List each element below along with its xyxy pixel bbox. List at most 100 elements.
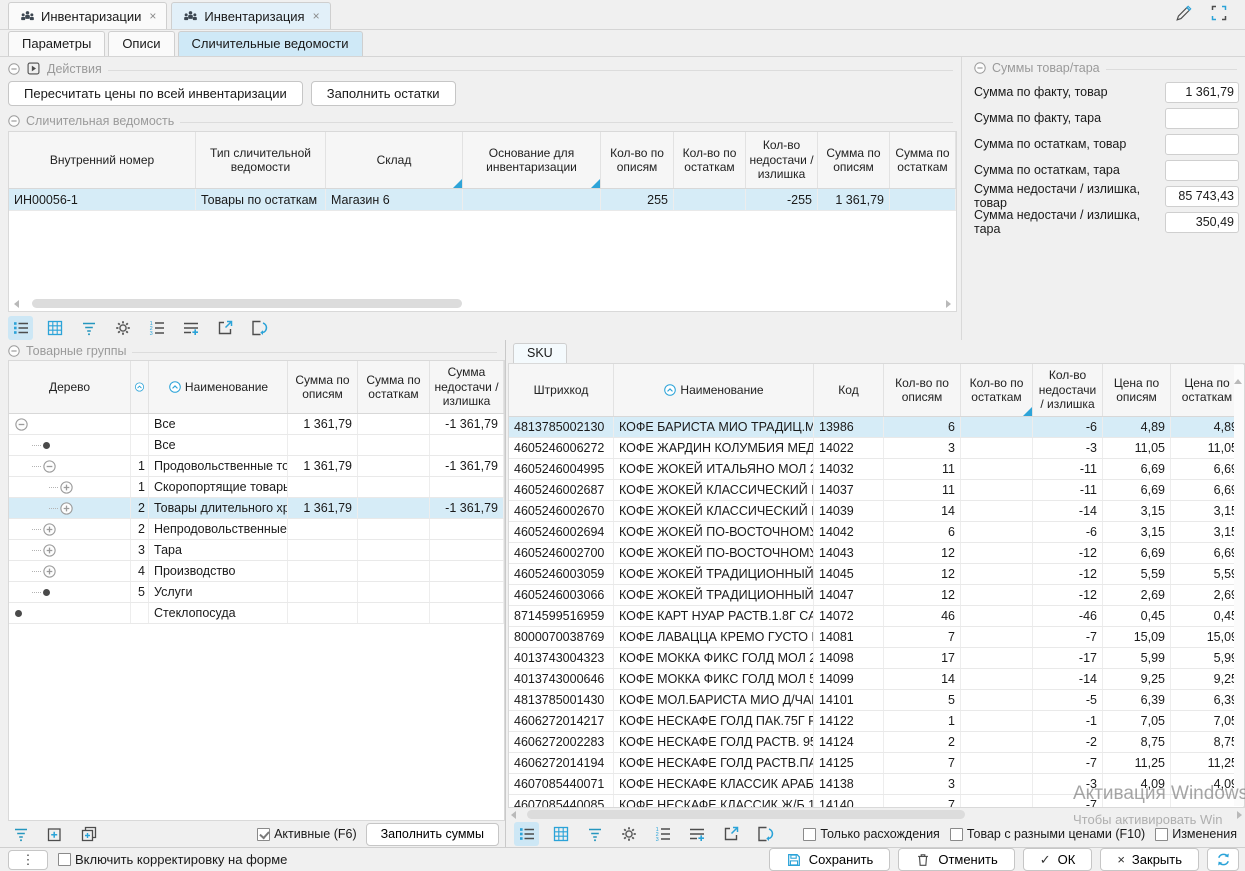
active-f6-checkbox[interactable]: Активные (F6) [257, 827, 357, 841]
window-tab-inventarizacii[interactable]: Инвентаризации × [8, 2, 167, 29]
view-list-icon[interactable] [8, 316, 33, 340]
more-menu-button[interactable]: ⋮ [8, 850, 48, 870]
numbered-list-icon[interactable] [650, 822, 675, 846]
column-header[interactable]: Цена по описям [1103, 364, 1171, 416]
field-input[interactable]: 350,49 [1165, 212, 1239, 233]
field-input[interactable] [1165, 134, 1239, 155]
expand-all-icon[interactable] [76, 822, 101, 846]
filter-icon[interactable] [582, 822, 607, 846]
refresh-button[interactable] [1207, 848, 1239, 871]
scroll-up-icon[interactable] [1234, 365, 1242, 384]
cancel-button[interactable]: Отменить [898, 848, 1014, 871]
view-grid-icon[interactable] [548, 822, 573, 846]
column-header[interactable]: Сумма по остаткам [890, 132, 956, 188]
diff-only-checkbox[interactable]: Только расхождения [803, 827, 940, 841]
reload-icon[interactable] [752, 822, 777, 846]
run-actions-icon[interactable] [26, 61, 41, 76]
checkbox-box[interactable] [257, 828, 270, 841]
column-header[interactable]: Дерево [9, 361, 131, 413]
column-header[interactable]: Склад [326, 132, 463, 188]
fill-remainders-button[interactable]: Заполнить остатки [311, 81, 456, 106]
column-header[interactable]: Кол-во по остаткам [674, 132, 746, 188]
expand-node-icon[interactable] [60, 481, 73, 494]
table-row[interactable]: ИН00056-1Товары по остаткамМагазин 6255-… [9, 189, 956, 211]
tab-parametry[interactable]: Параметры [8, 31, 105, 56]
sku-row[interactable]: 4013743000646КОФЕ МОККА ФИКС ГОЛД МОЛ 50… [509, 669, 1244, 690]
checkbox-box[interactable] [1155, 828, 1168, 841]
expand-node-icon[interactable] [43, 565, 56, 578]
expand-node-icon[interactable] [42, 822, 67, 846]
numbered-list-icon[interactable] [144, 316, 169, 340]
column-header[interactable]: Кол-во недостачи / излишка [746, 132, 818, 188]
scroll-thumb[interactable] [32, 299, 462, 308]
field-input[interactable]: 85 743,43 [1165, 186, 1239, 207]
tab-slichitelnye-vedomosti[interactable]: Сличительные ведомости [178, 31, 363, 56]
tree-row[interactable]: 2Товары длительного хра1 361,79-1 361,79 [9, 498, 504, 519]
sku-row[interactable]: 4606272014194КОФЕ НЕСКАФЕ ГОЛД РАСТВ.ПАК… [509, 753, 1244, 774]
tree-row[interactable]: 1Продовольственные това1 361,79-1 361,79 [9, 456, 504, 477]
sku-row[interactable]: 4606272002283КОФЕ НЕСКАФЕ ГОЛД РАСТВ. 95… [509, 732, 1244, 753]
scroll-right-icon[interactable] [1237, 811, 1242, 819]
recalc-prices-button[interactable]: Пересчитать цены по всей инвентаризации [8, 81, 303, 106]
column-header[interactable]: Наименование [149, 361, 288, 413]
column-header[interactable]: Код [814, 364, 884, 416]
tree-row[interactable]: Стеклопосуда [9, 603, 504, 624]
collapse-icon[interactable] [8, 345, 20, 357]
sku-row[interactable]: 4605246004995КОФЕ ЖОКЕЙ ИТАЛЬЯНО МОЛ 250… [509, 459, 1244, 480]
close-tab-icon[interactable]: × [149, 9, 156, 23]
checkbox-box[interactable] [58, 853, 71, 866]
sku-row[interactable]: 4606272014217КОФЕ НЕСКАФЕ ГОЛД ПАК.75Г Р… [509, 711, 1244, 732]
column-header[interactable]: Тип сличительной ведомости [196, 132, 326, 188]
field-input[interactable]: 1 361,79 [1165, 82, 1239, 103]
diff-prices-checkbox[interactable]: Товар с разными ценами (F10) [950, 827, 1145, 841]
scroll-thumb[interactable] [527, 810, 965, 819]
tree-row[interactable]: 3Тара [9, 540, 504, 561]
sku-row[interactable]: 4013743004323КОФЕ МОККА ФИКС ГОЛД МОЛ 25… [509, 648, 1244, 669]
column-header[interactable]: Сумма по описям [288, 361, 358, 413]
scroll-right-icon[interactable] [946, 300, 951, 308]
close-tab-icon[interactable]: × [313, 9, 320, 23]
field-input[interactable] [1165, 108, 1239, 129]
enable-adjustment-checkbox[interactable]: Включить корректировку на форме [58, 852, 287, 867]
tree-row[interactable]: 1Скоропортящие товары [9, 477, 504, 498]
open-in-window-icon[interactable] [718, 822, 743, 846]
column-header[interactable]: Внутренний номер [9, 132, 196, 188]
sku-row[interactable]: 4605246003059КОФЕ ЖОКЕЙ ТРАДИЦИОННЫЙ МС1… [509, 564, 1244, 585]
collapse-node-icon[interactable] [43, 460, 56, 473]
column-header[interactable]: Кол-во по описям [601, 132, 674, 188]
column-header[interactable]: Кол-во по описям [884, 364, 961, 416]
sku-row[interactable]: 4605246003066КОФЕ ЖОКЕЙ ТРАДИЦИОННЫЙ МС1… [509, 585, 1244, 606]
collapse-icon[interactable] [8, 115, 20, 127]
scroll-left-icon[interactable] [511, 811, 516, 819]
column-header[interactable]: Сумма недостачи / излишка [430, 361, 504, 413]
expand-node-icon[interactable] [43, 523, 56, 536]
fill-sums-button[interactable]: Заполнить суммы [366, 823, 499, 846]
horizontal-scrollbar[interactable] [11, 297, 954, 310]
changes-checkbox[interactable]: Изменения [1155, 827, 1237, 841]
sku-row[interactable]: 4813785001430КОФЕ МОЛ.БАРИСТА МИО Д/ЧАШК… [509, 690, 1244, 711]
checkbox-box[interactable] [950, 828, 963, 841]
add-to-list-icon[interactable] [684, 822, 709, 846]
tree-row[interactable]: 4Производство [9, 561, 504, 582]
column-header[interactable]: Сумма по остаткам [358, 361, 430, 413]
collapse-node-icon[interactable] [15, 418, 28, 431]
column-header[interactable]: Кол-во недостачи / излишка [1033, 364, 1103, 416]
column-header[interactable]: Наименование [614, 364, 814, 416]
sku-row[interactable]: 4607085440085КОФЕ НЕСКАФЕ КЛАССИК Ж/Б 10… [509, 795, 1244, 808]
window-tab-inventarizaciya[interactable]: Инвентаризация × [171, 2, 330, 29]
checkbox-box[interactable] [803, 828, 816, 841]
sku-row[interactable]: 4607085440071КОФЕ НЕСКАФЕ КЛАССИК АРАБИК… [509, 774, 1244, 795]
tree-row[interactable]: Все1 361,79-1 361,79 [9, 414, 504, 435]
settings-gear-icon[interactable] [616, 822, 641, 846]
scroll-left-icon[interactable] [14, 300, 19, 308]
field-input[interactable] [1165, 160, 1239, 181]
tab-sku[interactable]: SKU [513, 343, 567, 363]
filter-icon[interactable] [76, 316, 101, 340]
column-header[interactable] [131, 361, 149, 413]
expand-node-icon[interactable] [43, 544, 56, 557]
vertical-scrollbar[interactable] [1234, 365, 1244, 806]
tree-row[interactable]: Все [9, 435, 504, 456]
column-header[interactable]: Штрихкод [509, 364, 614, 416]
ok-button[interactable]: ✓ ОК [1023, 848, 1093, 871]
settings-gear-icon[interactable] [110, 316, 135, 340]
